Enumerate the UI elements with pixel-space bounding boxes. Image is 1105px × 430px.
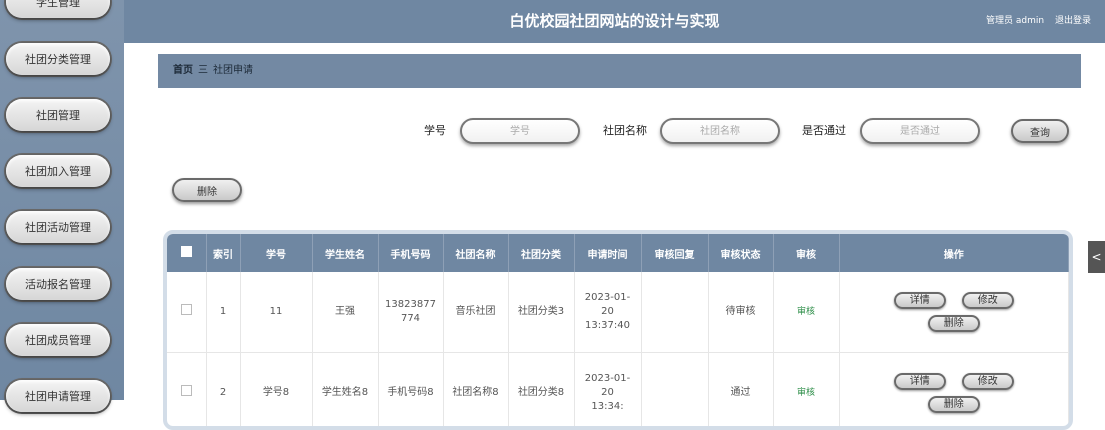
table-row: 2 学号8 学生姓名8 手机号码8 社团名称8 社团分类8 2023-01-20…: [167, 353, 1069, 430]
table-header-row: 索引 学号 学生姓名 手机号码 社团名称 社团分类 申请时间 审核回复 审核状态…: [167, 234, 1069, 272]
cell-audit[interactable]: 审核: [773, 353, 839, 430]
cell-actions: 详情修改 删除: [839, 353, 1069, 430]
detail-button[interactable]: 详情: [894, 373, 946, 390]
cell-student-name: 王强: [312, 272, 378, 353]
cell-audit-reply: [641, 353, 708, 430]
cell-student-name: 学生姓名8: [312, 353, 378, 430]
col-audit-reply: 审核回复: [641, 234, 708, 272]
delete-button[interactable]: 删除: [928, 315, 980, 332]
cell-actions: 详情修改 删除: [839, 272, 1069, 353]
student-no-input[interactable]: [460, 118, 580, 144]
row-checkbox[interactable]: [167, 353, 206, 430]
admin-label: 管理员 admin: [986, 16, 1044, 26]
cell-club-name: 社团名称8: [443, 353, 508, 430]
col-apply-time: 申请时间: [574, 234, 641, 272]
sidebar-item-club-activity[interactable]: 社团活动管理: [6, 211, 110, 243]
cell-club-category: 社团分类3: [508, 272, 574, 353]
edit-button[interactable]: 修改: [962, 373, 1014, 390]
sidebar-item-club-member[interactable]: 社团成员管理: [6, 324, 110, 356]
col-phone: 手机号码: [378, 234, 443, 272]
cell-index: 2: [206, 353, 240, 430]
col-audit-status: 审核状态: [708, 234, 773, 272]
edit-button[interactable]: 修改: [962, 292, 1014, 309]
cell-index: 1: [206, 272, 240, 353]
club-name-label: 社团名称: [603, 118, 647, 144]
col-audit: 审核: [773, 234, 839, 272]
breadcrumb: 首页三社团申请: [158, 54, 1081, 88]
cell-club-name: 音乐社团: [443, 272, 508, 353]
breadcrumb-current: 社团申请: [213, 65, 253, 76]
cell-audit-status: 通过: [708, 353, 773, 430]
col-club-name: 社团名称: [443, 234, 508, 272]
select-all-checkbox[interactable]: [167, 234, 206, 272]
audit-link[interactable]: 审核: [797, 388, 815, 398]
table-row: 1 11 王强 13823877774 音乐社团 社团分类3 2023-01-2…: [167, 272, 1069, 353]
sidebar-item-club-category[interactable]: 社团分类管理: [6, 43, 110, 75]
col-student-name: 学生姓名: [312, 234, 378, 272]
breadcrumb-separator-icon: 三: [198, 65, 208, 76]
cell-audit-reply: [641, 272, 708, 353]
sidebar-item-activity-signup[interactable]: 活动报名管理: [6, 268, 110, 300]
delete-button[interactable]: 删除: [928, 396, 980, 413]
cell-audit[interactable]: 审核: [773, 272, 839, 353]
detail-button[interactable]: 详情: [894, 292, 946, 309]
pass-label: 是否通过: [802, 118, 846, 144]
club-name-input[interactable]: [660, 118, 780, 144]
user-area: 管理员 admin 退出登录: [978, 0, 1091, 43]
audit-link[interactable]: 审核: [797, 307, 815, 317]
col-club-category: 社团分类: [508, 234, 574, 272]
sidebar-item-club[interactable]: 社团管理: [6, 99, 110, 131]
pass-input[interactable]: [860, 118, 980, 144]
page-title: 白优校园社团网站的设计与实现: [124, 0, 1105, 43]
cell-club-category: 社团分类8: [508, 353, 574, 430]
cell-apply-time: 2023-01-20 13:34:: [574, 353, 641, 430]
cell-phone: 13823877774: [378, 272, 443, 353]
col-actions: 操作: [839, 234, 1069, 272]
cell-audit-status: 待审核: [708, 272, 773, 353]
student-no-label: 学号: [424, 118, 446, 144]
cell-student-no: 学号8: [240, 353, 312, 430]
top-header: 白优校园社团网站的设计与实现 管理员 admin 退出登录: [124, 0, 1105, 43]
cell-student-no: 11: [240, 272, 312, 353]
chevron-left-icon[interactable]: <: [1088, 241, 1105, 273]
logout-link[interactable]: 退出登录: [1055, 16, 1091, 26]
batch-delete-button[interactable]: 删除: [172, 178, 242, 202]
apply-table: 索引 学号 学生姓名 手机号码 社团名称 社团分类 申请时间 审核回复 审核状态…: [163, 230, 1073, 430]
cell-apply-time: 2023-01-20 13:37:40: [574, 272, 641, 353]
sidebar-item-club-apply[interactable]: 社团申请管理: [6, 380, 110, 412]
sidebar: 学生管理 社团分类管理 社团管理 社团加入管理 社团活动管理 活动报名管理 社团…: [0, 0, 124, 400]
sidebar-item-club-join[interactable]: 社团加入管理: [6, 155, 110, 187]
row-checkbox[interactable]: [167, 272, 206, 353]
breadcrumb-home[interactable]: 首页: [173, 65, 193, 76]
cell-phone: 手机号码8: [378, 353, 443, 430]
col-index: 索引: [206, 234, 240, 272]
col-student-no: 学号: [240, 234, 312, 272]
sidebar-item-student[interactable]: 学生管理: [6, 0, 110, 18]
query-button[interactable]: 查询: [1011, 119, 1069, 143]
